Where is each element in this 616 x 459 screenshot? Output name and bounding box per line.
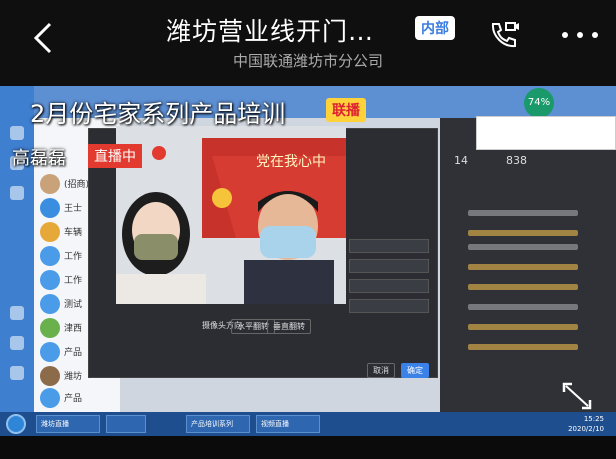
percent-badge: 74% [524,88,554,118]
live-badge: 直播中 [88,144,142,168]
live-side-panel: 14 838 [440,118,616,416]
bottom-bar [0,436,616,459]
svg-text:党在我心中: 党在我心中 [256,154,326,170]
chat-title: 潍坊营业线开门… [166,17,375,46]
more-icon[interactable] [560,30,600,40]
internal-tag: 内部 [415,16,455,40]
ok-button[interactable]: 确定 [401,363,429,378]
taskbar-item[interactable]: 视频直播 [256,415,320,433]
anchor-name: 高磊磊 [12,148,66,169]
stat-value: 14 [454,154,468,167]
video-call-icon[interactable] [487,18,521,52]
fullscreen-icon[interactable] [562,382,592,410]
stream-title: 2月份宅家系列产品培训 [30,100,286,128]
select-field[interactable] [349,239,429,253]
popup-notice[interactable] [476,116,616,150]
taskbar-item[interactable]: 产品培训系列 [186,415,250,433]
cancel-button[interactable]: 取消 [367,363,395,378]
select-field[interactable] [349,259,429,273]
record-dot-icon [152,146,166,160]
webcam-scene: 党在我心中 [116,126,346,304]
select-field[interactable] [349,299,429,313]
contacts-icon[interactable] [10,186,24,200]
select-field[interactable] [349,279,429,293]
chat-subtitle: 中国联通潍坊市分公司 [232,52,383,70]
start-icon[interactable] [6,414,26,434]
webcam-preview: 党在我心中 [116,126,346,304]
settings-icon[interactable] [10,336,24,350]
taskbar-item[interactable]: 潍坊直播 [36,415,100,433]
windows-taskbar: 潍坊直播 产品培训系列 视频直播 15:25 2020/2/10 [0,412,616,436]
lianbo-tag: 联播 [326,98,366,122]
flip-vertical-button[interactable]: 垂直翻转 [267,319,311,334]
apps-icon[interactable] [10,306,24,320]
chat-header: 潍坊营业线开门… 内部 中国联通潍坊市分公司 [0,0,616,86]
message-icon[interactable] [10,126,24,140]
left-rail [0,86,34,416]
list-item[interactable]: 产品 [40,388,120,412]
taskbar-item[interactable] [106,415,146,433]
menu-icon[interactable] [10,366,24,380]
taskbar-clock: 15:25 2020/2/10 [568,415,604,433]
stat-value: 838 [506,154,527,167]
live-video[interactable]: (招商) 王士 车辆 工作 工作 测试 津西 产品 潍坊 产品 14 838 7… [0,86,616,436]
